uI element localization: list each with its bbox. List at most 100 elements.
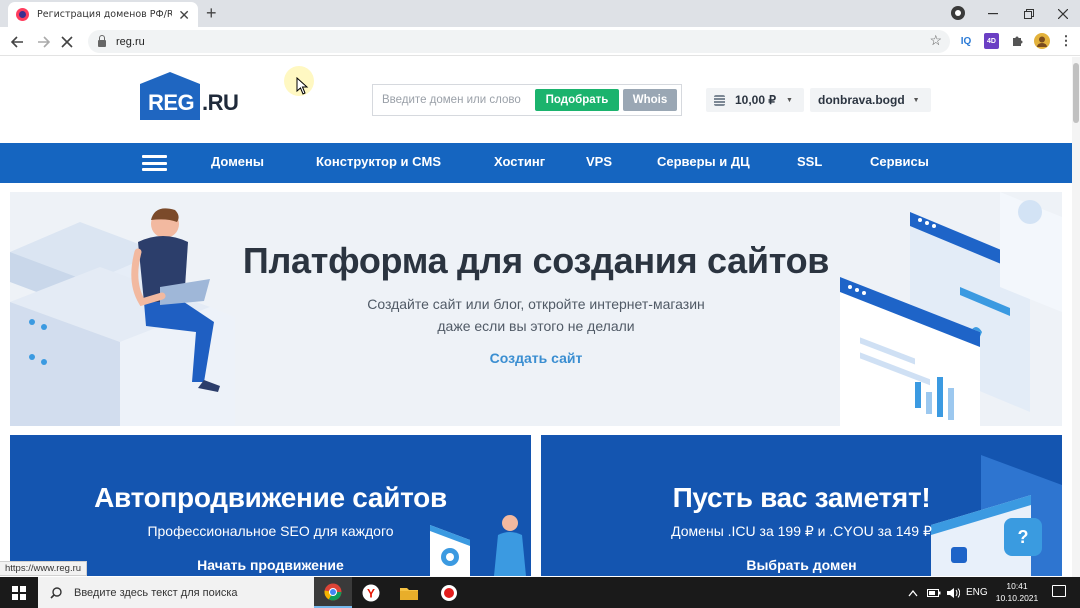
account-name: donbrava.bogd (818, 93, 905, 107)
puzzle-icon (1013, 36, 1023, 46)
menu-icon[interactable] (142, 155, 167, 171)
browser-menu-icon[interactable]: ⋮ (1060, 33, 1073, 49)
taskbar-chrome[interactable] (314, 577, 352, 608)
show-hidden-icons[interactable] (908, 577, 918, 608)
record-icon (441, 584, 457, 601)
whois-button[interactable]: Whois (623, 89, 677, 111)
start-promotion-link[interactable]: Начать продвижение (10, 557, 531, 573)
nav-item-domains[interactable]: Домены (211, 154, 264, 169)
folder-icon (400, 587, 418, 600)
windows-logo-icon (12, 585, 26, 600)
language-indicator[interactable]: ENG (966, 577, 988, 608)
domains-card-title: Пусть вас заметят! (672, 482, 931, 513)
start-button[interactable] (0, 577, 38, 608)
close-tab-icon[interactable]: ✕ (178, 8, 190, 22)
promo-card-domains[interactable]: Пусть вас заметят! Домены .ICU за 199 ₽ … (541, 435, 1062, 576)
restore-icon (1024, 8, 1034, 19)
minimize-icon (988, 12, 998, 14)
stop-button[interactable] (57, 32, 77, 52)
speaker-icon (947, 587, 960, 598)
balance-dropdown[interactable]: 10,00 ₽ ▼ (706, 88, 804, 112)
user-avatar-icon[interactable] (1034, 33, 1050, 49)
arrow-right-icon (37, 36, 50, 48)
seo-card-title: Автопродвижение сайтов (94, 482, 447, 513)
battery-icon (927, 588, 941, 597)
notifications-icon[interactable] (1052, 585, 1066, 597)
account-dropdown[interactable]: donbrava.bogd ▼ (810, 88, 931, 112)
help-chat-button[interactable]: ? (1004, 518, 1042, 556)
page-scrollbar[interactable] (1072, 57, 1080, 577)
browser-toolbar: reg.ru ☆ (0, 27, 1080, 56)
logo-text-main: REG (148, 90, 195, 115)
coins-icon (714, 94, 725, 106)
hero-banner[interactable]: Платформа для создания сайтов Создайте с… (10, 192, 1062, 426)
browser-tab-bar: Регистрация доменов РФ/RU у ✕ + (0, 0, 1080, 27)
close-window-button[interactable] (1045, 0, 1080, 27)
domain-search: Подобрать Whois (372, 84, 682, 116)
mouse-cursor-icon (296, 77, 309, 95)
promo-card-seo[interactable]: Автопродвижение сайтов Профессиональное … (10, 435, 531, 576)
search-icon (50, 586, 62, 599)
scrollbar-thumb[interactable] (1073, 63, 1079, 123)
extension-4d-icon[interactable]: 4D (984, 33, 999, 49)
reg-ru-logo[interactable]: REG .RU (140, 72, 240, 122)
nav-item-hosting[interactable]: Хостинг (494, 154, 545, 169)
nav-item-vps[interactable]: VPS (586, 154, 612, 169)
nav-item-ssl[interactable]: SSL (797, 154, 822, 169)
lock-icon (98, 34, 106, 47)
create-site-link[interactable]: Создать сайт (10, 350, 1062, 366)
domain-search-input[interactable] (374, 86, 534, 114)
favicon-icon (16, 8, 29, 21)
back-button[interactable] (7, 32, 27, 52)
domains-card-subtitle: Домены .ICU за 199 ₽ и .CYOU за 149 ₽ (671, 523, 932, 539)
chevron-up-icon (908, 589, 918, 596)
taskbar-clock[interactable]: 10:41 10.10.2021 (994, 580, 1040, 604)
puzzle-extensions-icon[interactable] (1009, 33, 1025, 49)
taskbar-yandex[interactable]: Y (352, 577, 390, 608)
url-text: reg.ru (116, 35, 145, 48)
clock-date: 10.10.2021 (995, 593, 1039, 603)
media-icon[interactable] (951, 6, 965, 20)
choose-domain-link[interactable]: Выбрать домен (541, 557, 1062, 573)
logo-text-suffix: .RU (202, 90, 239, 115)
yandex-browser-icon: Y (362, 584, 380, 601)
seo-card-subtitle: Профессиональное SEO для каждого (147, 523, 394, 539)
minimize-button[interactable] (975, 0, 1011, 27)
taskbar-search-text: Введите здесь текст для поиска (74, 586, 238, 599)
iq-extension-icon[interactable]: IQ (958, 33, 974, 49)
restore-button[interactable] (1011, 0, 1047, 27)
taskbar-recorder[interactable] (430, 577, 468, 608)
close-icon (61, 36, 73, 48)
close-icon (1058, 8, 1068, 19)
status-bar-url: https://www.reg.ru (0, 561, 88, 576)
hero-subtitle-line2: даже если вы этого не делали (437, 318, 635, 334)
taskbar-file-explorer[interactable] (390, 577, 428, 608)
chevron-down-icon: ▼ (912, 96, 920, 104)
browser-tab[interactable]: Регистрация доменов РФ/RU у ✕ (8, 2, 198, 27)
hero-title: Платформа для создания сайтов (242, 240, 830, 281)
address-bar[interactable]: reg.ru ☆ (88, 30, 950, 53)
site-header: REG .RU Подобрать Whois 10,00 ₽ ▼ donbra… (0, 57, 1072, 143)
nav-item-services[interactable]: Сервисы (870, 154, 929, 169)
chevron-down-icon: ▼ (786, 96, 793, 104)
tab-title: Регистрация доменов РФ/RU у (37, 9, 173, 20)
arrow-left-icon (10, 36, 23, 48)
nav-item-builder-cms[interactable]: Конструктор и CMS (316, 154, 441, 169)
windows-taskbar: Введите здесь текст для поиска Y ENG 10:… (0, 577, 1080, 608)
forward-button[interactable] (33, 32, 53, 52)
new-tab-button[interactable]: + (206, 3, 217, 23)
chrome-icon (324, 583, 342, 600)
volume-tray[interactable] (946, 577, 960, 608)
balance-value: 10,00 ₽ (735, 93, 776, 107)
battery-tray[interactable] (927, 577, 941, 608)
clock-time: 10:41 (1006, 581, 1028, 591)
avatar-icon (1034, 33, 1050, 49)
star-icon[interactable]: ☆ (929, 32, 942, 49)
find-domain-button[interactable]: Подобрать (535, 89, 619, 111)
svg-text:Y: Y (367, 586, 375, 600)
taskbar-search[interactable]: Введите здесь текст для поиска (38, 577, 314, 608)
nav-item-servers[interactable]: Серверы и ДЦ (657, 154, 750, 169)
hero-subtitle-line1: Создайте сайт или блог, откройте интерне… (367, 296, 705, 312)
main-navigation: Домены Конструктор и CMS Хостинг VPS Сер… (0, 143, 1072, 183)
hero-subtitle: Создайте сайт или блог, откройте интерне… (10, 293, 1062, 337)
